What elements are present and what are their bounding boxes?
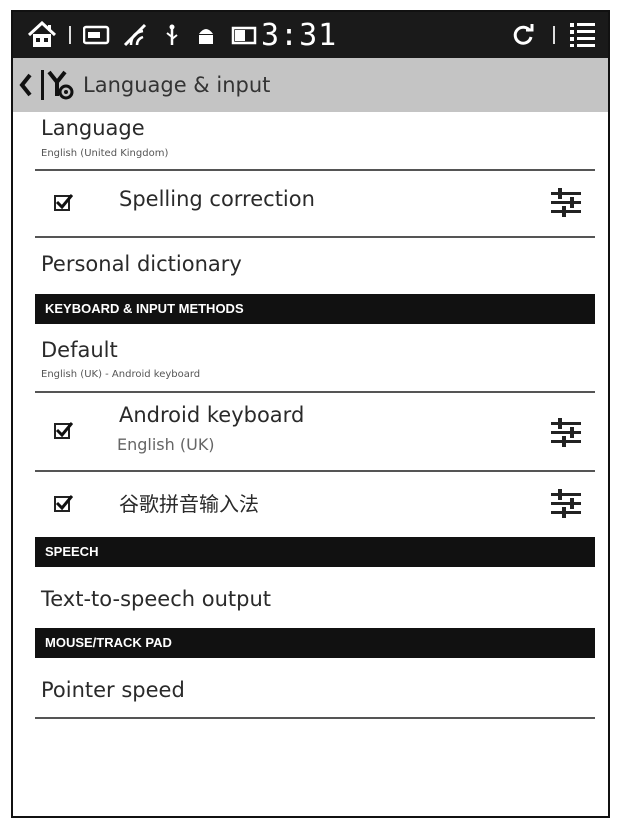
default-subtitle: English (UK) - Android keyboard bbox=[41, 369, 201, 380]
section-header-speech: SPEECH bbox=[35, 537, 595, 567]
spelling-checkbox[interactable] bbox=[54, 194, 73, 211]
spelling-title: Spelling correction bbox=[119, 187, 315, 211]
action-bar: Language & input bbox=[13, 58, 608, 112]
divider bbox=[35, 717, 595, 719]
page-title: Language & input bbox=[83, 73, 271, 97]
usb-icon bbox=[165, 12, 179, 58]
android-keyboard-checkbox[interactable] bbox=[54, 422, 73, 439]
sync-icon[interactable] bbox=[511, 12, 535, 58]
clock: 3:31 bbox=[261, 17, 338, 53]
pinyin-checkbox[interactable] bbox=[54, 495, 73, 512]
status-bar: 3:31 bbox=[13, 12, 608, 58]
section-header-keyboard: KEYBOARD & INPUT METHODS bbox=[35, 294, 595, 324]
back-chevron-icon[interactable] bbox=[19, 72, 33, 102]
list-item-personal-dictionary[interactable]: Personal dictionary bbox=[13, 238, 608, 294]
list-item-pinyin-input[interactable]: 谷歌拼音输入法 bbox=[13, 472, 608, 536]
pointer-speed-title: Pointer speed bbox=[41, 678, 185, 702]
wifi-signal-icon bbox=[123, 12, 149, 58]
settings-sliders-icon[interactable] bbox=[548, 187, 584, 217]
sd-card-icon bbox=[83, 12, 111, 58]
list-item-default-keyboard[interactable]: Default English (UK) - Android keyboard bbox=[13, 328, 608, 390]
settings-sliders-icon[interactable] bbox=[548, 417, 584, 447]
phone-screen: 3:31 Language & input Language English (… bbox=[11, 10, 610, 818]
default-title: Default bbox=[41, 338, 118, 362]
android-keyboard-subtitle: English (UK) bbox=[117, 435, 215, 454]
list-item-pointer-speed[interactable]: Pointer speed bbox=[13, 662, 608, 716]
status-divider bbox=[69, 26, 71, 44]
status-divider bbox=[553, 26, 555, 44]
android-debug-icon bbox=[196, 12, 216, 58]
personal-dictionary-title: Personal dictionary bbox=[41, 252, 242, 276]
language-title: Language bbox=[41, 116, 145, 140]
list-item-spelling-correction[interactable]: Spelling correction bbox=[13, 171, 608, 235]
section-header-mouse: MOUSE/TRACK PAD bbox=[35, 628, 595, 658]
language-subtitle: English (United Kingdom) bbox=[41, 148, 169, 159]
list-item-text-to-speech[interactable]: Text-to-speech output bbox=[13, 570, 608, 628]
android-keyboard-title: Android keyboard bbox=[119, 403, 305, 427]
home-icon[interactable] bbox=[27, 12, 57, 58]
list-item-android-keyboard[interactable]: Android keyboard English (UK) bbox=[13, 393, 608, 469]
settings-app-icon bbox=[39, 68, 75, 106]
menu-icon[interactable] bbox=[569, 12, 597, 58]
battery-icon bbox=[231, 12, 259, 58]
settings-sliders-icon[interactable] bbox=[548, 488, 584, 518]
tts-title: Text-to-speech output bbox=[41, 587, 272, 611]
pinyin-title: 谷歌拼音输入法 bbox=[119, 492, 259, 516]
list-item-language[interactable]: Language English (United Kingdom) bbox=[13, 112, 608, 168]
